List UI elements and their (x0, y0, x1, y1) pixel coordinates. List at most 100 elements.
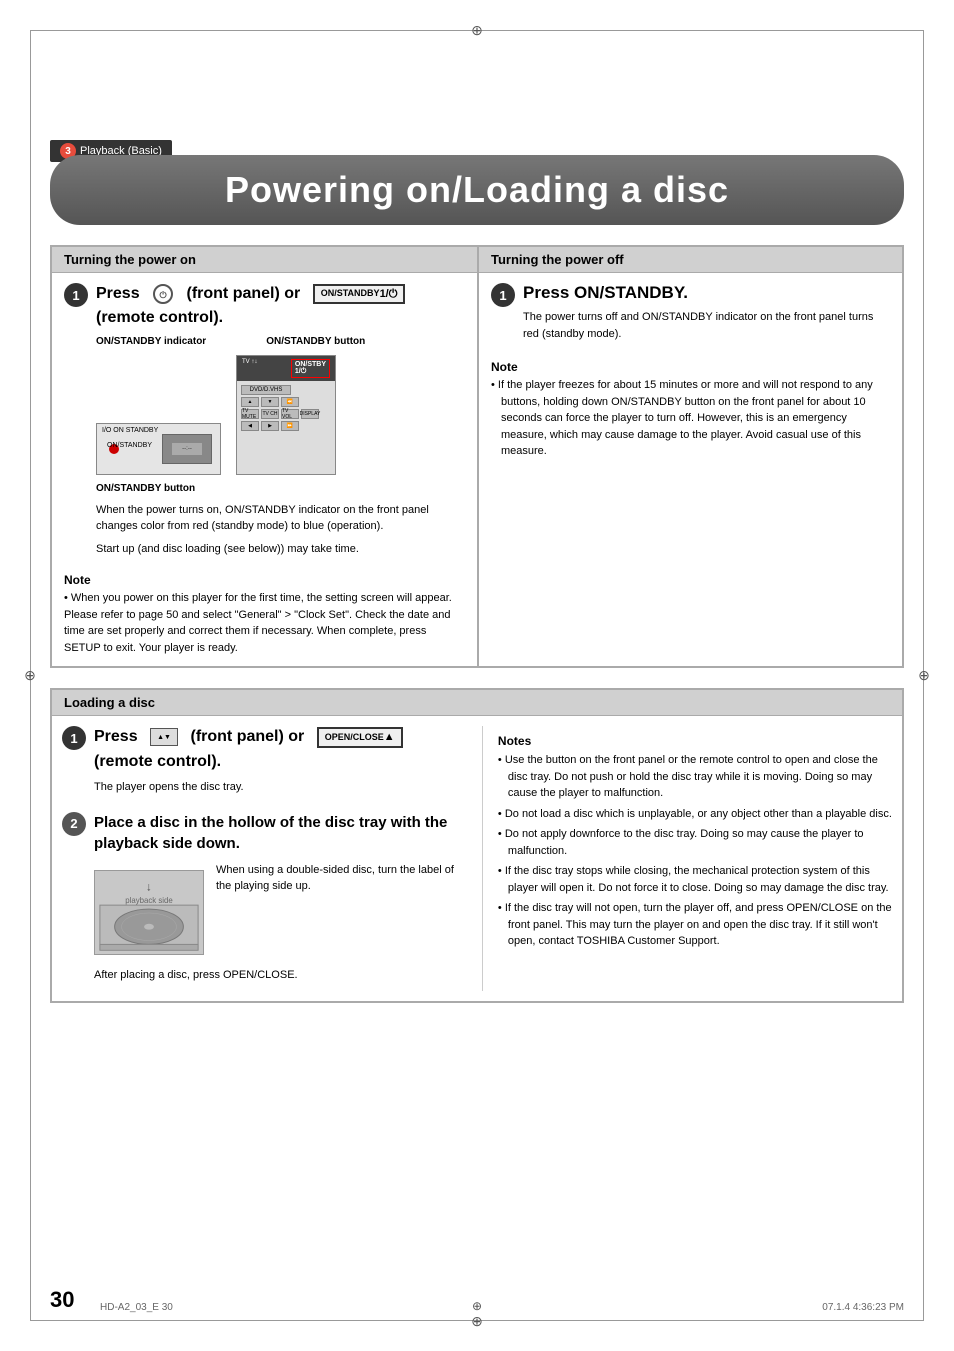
disc-note-text: When using a double-sided disc, turn the… (216, 862, 472, 895)
diagram-labels: ON/STANDBY indicator ON/STANDBY button (96, 336, 465, 347)
reg-mark-top: ⊕ (469, 22, 485, 38)
turn-off-header: Turning the power off (479, 247, 902, 273)
turn-on-body: 1 Press ⏻ (52, 273, 477, 666)
turn-off-note-label: Note (491, 360, 890, 374)
loading-section: Loading a disc 1 Press ▲▼ (front panel) … (50, 688, 904, 1002)
press-on-standby-body: The power turns off and ON/STANDBY indic… (523, 309, 890, 342)
page-number: 30 (50, 1287, 74, 1313)
press-inline: Press ⏻ (front panel) or (96, 283, 405, 305)
loading-step2-heading: Place a disc in the hollow of the disc t… (94, 812, 472, 854)
on-standby-indicator-label: ON/STANDBY indicator (96, 336, 206, 347)
loading-header: Loading a disc (52, 690, 902, 716)
loading-step1: 1 Press ▲▼ (front panel) or OPEN/CLOSE▲ (62, 726, 472, 801)
main-title-bar: Powering on/Loading a disc (50, 155, 904, 225)
remote-btn-e: TV CH (261, 409, 279, 419)
remote-btn-j: ⏩ (281, 421, 299, 431)
loading-note-5: • If the disc tray will not open, turn t… (498, 900, 892, 950)
step1-off-content: Press ON/STANDBY. The power turns off an… (523, 283, 890, 348)
remote-btn-a: ▲ (241, 397, 259, 407)
reg-mark-bottom: ⊕ (469, 1313, 485, 1329)
loading-front-label: (front panel) or (191, 726, 305, 748)
remote-diagram: TV ↑↓ ON/STBY1/⏻ DVD/D.VHS ▲ ▼ (236, 355, 336, 475)
press-label: Press (96, 283, 140, 305)
remote-btn-c: ⏪ (281, 397, 299, 407)
turn-off-step1: 1 Press ON/STANDBY. The power turns off … (491, 283, 890, 348)
loading-press-inline: Press ▲▼ (front panel) or OPEN/CLOSE▲ (94, 726, 403, 748)
loading-right: Notes • Use the button on the front pane… (482, 726, 892, 990)
loading-content: 1 Press ▲▼ (front panel) or OPEN/CLOSE▲ (52, 716, 902, 1000)
loading-remote-label: (remote control). (94, 751, 472, 773)
page-title: Powering on/Loading a disc (80, 169, 874, 211)
turn-on-header: Turning the power on (52, 247, 477, 273)
loading-note-1-text: Use the button on the front panel or the… (505, 754, 878, 799)
content-area: Turning the power on 1 Press (50, 245, 904, 1291)
indicator-diagram: I/O ON STANDBY ON/STANDBY --:-- (96, 423, 221, 475)
panel-display: --:-- (162, 434, 212, 464)
on-standby-below-label: ON/STANDBY button (96, 483, 465, 494)
loading-step2-circle: 2 (62, 812, 86, 836)
loading-disc-row: ↓ playback side When using a double-side… (94, 862, 472, 963)
remote-row2: ▲ ▼ ⏪ (241, 397, 331, 407)
press-instruction: Press ⏻ (front panel) or (96, 283, 465, 305)
footer-center-reg: ⊕ (472, 1299, 482, 1313)
turn-on-step1: 1 Press ⏻ (64, 283, 465, 563)
open-close-front-icon: ▲▼ (150, 728, 178, 746)
remote-btn-f: TV VOL (281, 409, 299, 419)
turn-on-note-content: When you power on this player for the fi… (64, 592, 452, 654)
remote-row1: DVD/D.VHS (241, 385, 331, 395)
loading-note-2: • Do not load a disc which is unplayable… (498, 806, 892, 823)
footer-right: 07.1.4 4:36:23 PM (822, 1302, 904, 1313)
remote-on-standby-btn: ON/STBY1/⏻ (291, 359, 330, 378)
loading-note-2-text: Do not load a disc which is unplayable, … (505, 808, 892, 820)
loading-press-label: Press (94, 726, 138, 748)
step1-circle-off: 1 (491, 283, 515, 307)
remote-control-label: (remote control). (96, 307, 465, 329)
press-on-standby-heading: Press ON/STANDBY. (523, 283, 890, 303)
turn-off-body: 1 Press ON/STANDBY. The power turns off … (479, 273, 902, 474)
step1-content: Press ⏻ (front panel) or (96, 283, 465, 563)
front-panel-label: (front panel) or (187, 283, 301, 305)
loading-notes-list: • Use the button on the front panel or t… (498, 752, 892, 950)
remote-btn-g: DISPLAY (301, 409, 319, 419)
remote-row3: TV MUTE TV CH TV VOL DISPLAY (241, 409, 331, 419)
remote-tv-label: TV ↑↓ (242, 359, 257, 378)
remote-header: TV ↑↓ ON/STBY1/⏻ (237, 356, 335, 381)
front-panel-icon-wrap: ⏻ (152, 283, 174, 305)
loading-step1-circle: 1 (62, 726, 86, 750)
indicator-label-small: I/O ON STANDBY (102, 427, 158, 434)
footer-left: HD-A2_03_E 30 (100, 1302, 173, 1313)
on-standby-button-label-top: ON/STANDBY button (266, 336, 365, 347)
remote-btn-i: ▶ (261, 421, 279, 431)
remote-btn-d: TV MUTE (241, 409, 259, 419)
svg-text:↓: ↓ (146, 880, 152, 893)
turn-on-section: Turning the power on 1 Press (52, 247, 477, 666)
loading-note-4: • If the disc tray stops while closing, … (498, 863, 892, 896)
remote-btn-dvd: DVD/D.VHS (241, 385, 291, 395)
remote-buttons-grid: DVD/D.VHS ▲ ▼ ⏪ TV MUTE (237, 381, 335, 435)
reg-mark-left: ⊕ (22, 668, 38, 684)
remote-btn-b: ▼ (261, 397, 279, 407)
loading-note-5-text: If the disc tray will not open, turn the… (505, 902, 892, 947)
disc-tray-svg: ↓ playback side (95, 870, 203, 955)
display-text: --:-- (182, 446, 192, 452)
loading-after-text: After placing a disc, press OPEN/CLOSE. (94, 969, 472, 981)
remote-row4: ◀ ▶ ⏩ (241, 421, 331, 431)
loading-left: 1 Press ▲▼ (front panel) or OPEN/CLOSE▲ (62, 726, 472, 990)
power-circle-icon: ⏻ (152, 283, 174, 305)
remote-btn-h: ◀ (241, 421, 259, 431)
loading-note-1: • Use the button on the front panel or t… (498, 752, 892, 802)
indicator-text-small: ON/STANDBY (107, 442, 152, 449)
loading-step1-body: The player opens the disc tray. (94, 779, 472, 796)
loading-note-4-text: If the disc tray stops while closing, th… (505, 865, 889, 894)
loading-step2-content: Place a disc in the hollow of the disc t… (94, 812, 472, 981)
on-standby-btn-box: ON/STANDBY1/⏻ (313, 284, 406, 304)
turn-on-note-label: Note (64, 573, 465, 587)
loading-note-3: • Do not apply downforce to the disc tra… (498, 826, 892, 859)
loading-step2: 2 Place a disc in the hollow of the disc… (62, 812, 472, 981)
turn-on-body1: When the power turns on, ON/STANDBY indi… (96, 502, 465, 535)
loading-press-instruction: Press ▲▼ (front panel) or OPEN/CLOSE▲ (94, 726, 472, 748)
turn-on-body2: Start up (and disc loading (see below)) … (96, 541, 465, 558)
display-screen: --:-- (172, 443, 202, 455)
turn-on-note-text: • When you power on this player for the … (64, 590, 465, 656)
diagram-row: I/O ON STANDBY ON/STANDBY --:-- (96, 355, 465, 475)
